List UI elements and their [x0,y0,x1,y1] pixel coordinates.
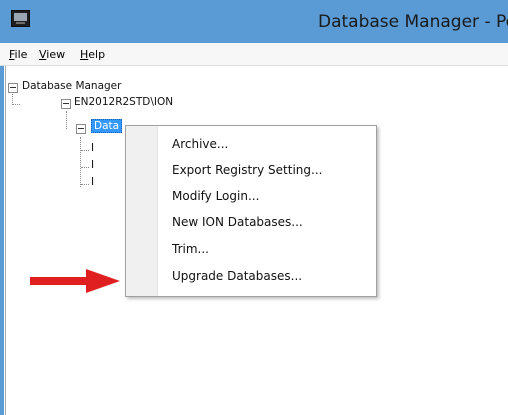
menu-file-label: ile [14,48,28,61]
menu-help[interactable]: Help [80,48,105,61]
menu-view-label: iew [46,48,66,61]
menu-help-label: elp [88,48,106,61]
menu-view[interactable]: View [39,48,65,61]
tree-node-child[interactable]: I [91,159,94,171]
tree-connector [12,91,13,105]
tree-connector [12,104,20,105]
tree-connector [80,137,81,187]
collapse-toggle-icon[interactable] [76,124,86,134]
tree-connector [81,150,89,151]
title-bar[interactable]: Database Manager - Po [0,0,508,43]
collapse-toggle-icon[interactable] [61,99,71,109]
app-monitor-icon [11,10,30,27]
context-menu: Archive... Export Registry Setting... Mo… [125,125,377,297]
database-manager-window: Database Manager - Po File View Help Dat… [0,0,508,415]
menu-item-export-registry-setting[interactable]: Export Registry Setting... [172,163,322,177]
menu-item-trim[interactable]: Trim... [172,242,209,256]
app-icon-screen [14,13,27,21]
menu-item-new-ion-databases[interactable]: New ION Databases... [172,215,303,229]
tree-connector [66,111,67,129]
context-menu-gutter [126,126,158,296]
tree-node-child[interactable]: I [91,142,94,154]
tree-connector [81,167,89,168]
menu-item-upgrade-databases[interactable]: Upgrade Databases... [172,269,302,283]
menu-item-archive[interactable]: Archive... [172,137,228,151]
red-arrow-right-icon [30,269,120,293]
collapse-toggle-icon[interactable] [8,83,18,93]
menu-file[interactable]: File [9,48,27,61]
menu-bar: File View Help [0,43,508,66]
app-icon-stand [16,22,25,24]
window-frame-left [0,43,4,415]
tree-node-root[interactable]: Database Manager [22,80,121,92]
window-title: Database Manager - Po [318,12,508,32]
menu-item-modify-login[interactable]: Modify Login... [172,189,259,203]
tree-node-child[interactable]: I [91,176,94,188]
tree-node-server[interactable]: EN2012R2STD\ION [74,96,173,108]
tree-node-databases-selected[interactable]: Data [91,119,123,133]
tree-connector [81,184,89,185]
